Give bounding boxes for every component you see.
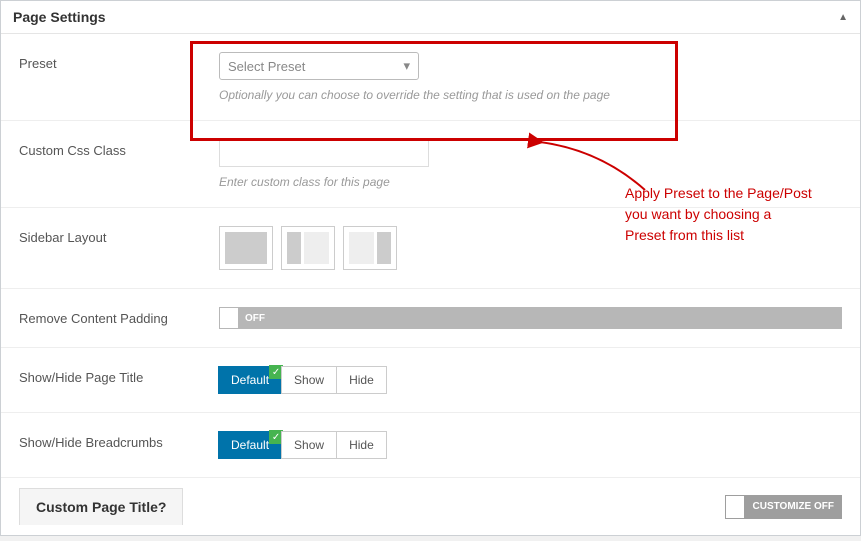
customize-toggle[interactable]: CUSTOMIZE OFF — [725, 495, 842, 519]
layout-left-sidebar[interactable] — [281, 226, 335, 270]
sidebar-layout-label: Sidebar Layout — [19, 226, 219, 245]
panel-header[interactable]: Page Settings ▲ — [1, 1, 860, 34]
remove-padding-label: Remove Content Padding — [19, 307, 219, 326]
breadcrumbs-label: Show/Hide Breadcrumbs — [19, 431, 219, 450]
customize-off-label: CUSTOMIZE OFF — [745, 501, 842, 512]
preset-placeholder: Select Preset — [228, 59, 305, 74]
footer-row: Custom Page Title? CUSTOMIZE OFF — [1, 478, 860, 535]
panel-title: Page Settings — [13, 9, 106, 25]
layout-right-sidebar[interactable] — [343, 226, 397, 270]
toggle-knob-icon — [219, 307, 239, 329]
layout-full[interactable] — [219, 226, 273, 270]
seg-label: Default — [231, 438, 269, 452]
page-title-show[interactable]: Show — [281, 366, 337, 394]
custom-page-title-section[interactable]: Custom Page Title? — [19, 488, 183, 525]
annotation-line: Apply Preset to the Page/Post — [625, 183, 845, 204]
page-settings-panel: Page Settings ▲ Preset Select Preset ▾ O… — [0, 0, 861, 536]
seg-label: Default — [231, 373, 269, 387]
page-title-group: Default ✓ Show Hide — [219, 366, 842, 394]
annotation-line: you want by choosing a — [625, 204, 845, 225]
css-class-input[interactable] — [219, 139, 429, 167]
breadcrumbs-hide[interactable]: Hide — [336, 431, 387, 459]
css-class-label: Custom Css Class — [19, 139, 219, 158]
remove-padding-toggle[interactable]: OFF — [219, 307, 842, 329]
panel-body: Preset Select Preset ▾ Optionally you ca… — [1, 34, 860, 535]
breadcrumbs-group: Default ✓ Show Hide — [219, 431, 842, 459]
breadcrumbs-default[interactable]: Default ✓ — [218, 431, 282, 459]
page-title-default[interactable]: Default ✓ — [218, 366, 282, 394]
toggle-knob-icon — [725, 495, 745, 519]
preset-hint: Optionally you can choose to override th… — [219, 88, 842, 102]
annotation-line: Preset from this list — [625, 225, 845, 246]
annotation-text: Apply Preset to the Page/Post you want b… — [625, 183, 845, 246]
field-breadcrumbs: Show/Hide Breadcrumbs Default ✓ Show Hid… — [1, 413, 860, 478]
field-remove-padding: Remove Content Padding OFF — [1, 289, 860, 348]
breadcrumbs-show[interactable]: Show — [281, 431, 337, 459]
chevron-down-icon: ▾ — [403, 58, 410, 74]
field-preset: Preset Select Preset ▾ Optionally you ca… — [1, 34, 860, 121]
toggle-off-label: OFF — [239, 313, 271, 324]
preset-label: Preset — [19, 52, 219, 71]
page-title-hide[interactable]: Hide — [336, 366, 387, 394]
collapse-icon[interactable]: ▲ — [838, 12, 848, 23]
preset-select[interactable]: Select Preset ▾ — [219, 52, 419, 80]
field-page-title: Show/Hide Page Title Default ✓ Show Hide — [1, 348, 860, 413]
page-title-label: Show/Hide Page Title — [19, 366, 219, 385]
